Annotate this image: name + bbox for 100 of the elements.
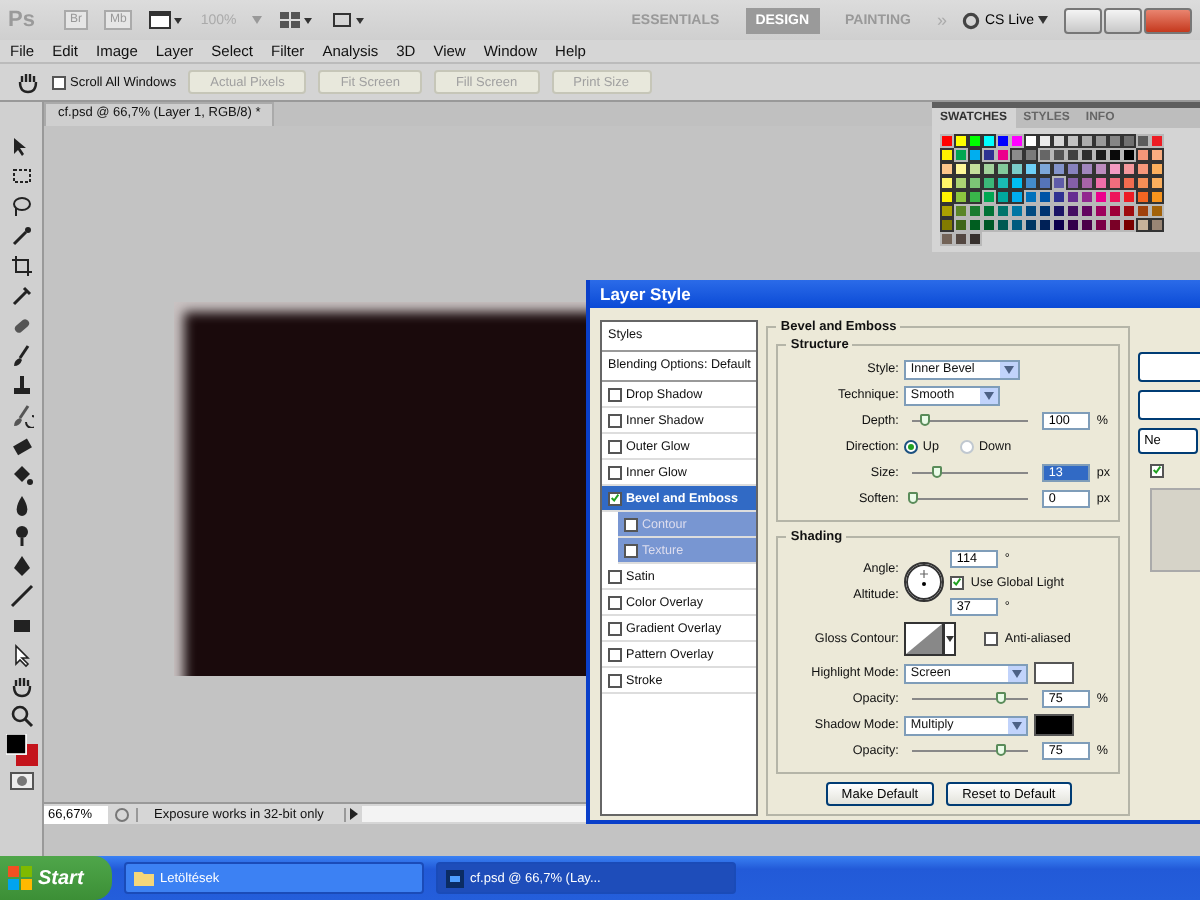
color-swatch[interactable]: [1150, 162, 1164, 176]
color-swatch[interactable]: [954, 162, 968, 176]
color-swatch[interactable]: [940, 204, 954, 218]
hand-tool-icon[interactable]: [9, 674, 33, 698]
color-swatch[interactable]: [1108, 190, 1122, 204]
color-swatch[interactable]: [1094, 204, 1108, 218]
color-swatch[interactable]: [996, 204, 1010, 218]
arrange-documents-icon[interactable]: [278, 10, 315, 30]
color-swatch[interactable]: [1038, 134, 1052, 148]
color-swatch[interactable]: [1136, 162, 1150, 176]
color-swatch[interactable]: [1052, 162, 1066, 176]
crop-tool-icon[interactable]: [9, 254, 33, 278]
checkbox[interactable]: [608, 621, 622, 635]
color-swatch[interactable]: [1136, 218, 1150, 232]
color-swatch[interactable]: [1066, 148, 1080, 162]
color-swatch[interactable]: [1136, 204, 1150, 218]
view-extras-icon[interactable]: [148, 10, 185, 30]
color-swatch[interactable]: [940, 218, 954, 232]
color-swatch[interactable]: [954, 190, 968, 204]
color-swatch[interactable]: [1094, 218, 1108, 232]
color-swatch[interactable]: [996, 218, 1010, 232]
color-swatch[interactable]: [1094, 176, 1108, 190]
color-swatch[interactable]: [968, 162, 982, 176]
checkbox[interactable]: [608, 491, 622, 505]
color-swatch[interactable]: [954, 176, 968, 190]
color-swatch[interactable]: [1066, 204, 1080, 218]
color-swatch[interactable]: [1052, 176, 1066, 190]
pen-tool-icon[interactable]: [9, 554, 33, 578]
shape-tool-icon[interactable]: [9, 614, 33, 638]
color-swatch[interactable]: [1066, 134, 1080, 148]
color-swatch[interactable]: [1010, 218, 1024, 232]
color-swatch[interactable]: [1094, 134, 1108, 148]
slider-thumb[interactable]: [920, 414, 931, 426]
color-swatch[interactable]: [968, 204, 982, 218]
stamp-tool-icon[interactable]: [9, 374, 33, 398]
caret-icon[interactable]: [1012, 669, 1023, 677]
checkbox[interactable]: [624, 517, 638, 531]
color-swatch[interactable]: [940, 162, 954, 176]
color-swatch[interactable]: [1066, 190, 1080, 204]
color-swatch[interactable]: [968, 232, 982, 246]
color-swatch[interactable]: [1038, 148, 1052, 162]
checkbox[interactable]: [608, 439, 622, 453]
color-swatch[interactable]: [1038, 162, 1052, 176]
color-swatch[interactable]: [1150, 134, 1164, 148]
color-swatch[interactable]: [1010, 176, 1024, 190]
color-swatch[interactable]: [1080, 204, 1094, 218]
caret-icon[interactable]: [984, 391, 995, 399]
color-swatch[interactable]: [1150, 176, 1164, 190]
dropper-tool-icon[interactable]: [9, 284, 33, 308]
background-color-swatch[interactable]: [15, 744, 37, 766]
color-swatch[interactable]: [982, 134, 996, 148]
slider-thumb[interactable]: [908, 492, 919, 504]
color-swatch[interactable]: [954, 218, 968, 232]
color-swatch[interactable]: [1038, 218, 1052, 232]
color-swatch[interactable]: [1010, 162, 1024, 176]
checkbox[interactable]: [950, 575, 965, 589]
color-swatch[interactable]: [940, 134, 954, 148]
color-swatch[interactable]: [1080, 176, 1094, 190]
color-swatch[interactable]: [968, 218, 982, 232]
color-swatch[interactable]: [1010, 134, 1024, 148]
line-tool-icon[interactable]: [9, 584, 33, 608]
color-swatch[interactable]: [982, 190, 996, 204]
caret-icon[interactable]: [1004, 365, 1015, 373]
color-swatch[interactable]: [982, 204, 996, 218]
color-swatch[interactable]: [1122, 190, 1136, 204]
brush-tool-icon[interactable]: [9, 344, 33, 368]
checkbox[interactable]: [608, 673, 622, 687]
color-swatch[interactable]: [954, 204, 968, 218]
close-button[interactable]: [1144, 7, 1192, 33]
color-swatch[interactable]: [1094, 148, 1108, 162]
color-swatch[interactable]: [1108, 148, 1122, 162]
checkbox[interactable]: [608, 387, 622, 401]
color-swatch[interactable]: [1108, 176, 1122, 190]
screen-mode-icon[interactable]: [330, 10, 367, 30]
color-swatch[interactable]: [1052, 134, 1066, 148]
checkbox[interactable]: [608, 413, 622, 427]
color-swatch[interactable]: [1136, 176, 1150, 190]
color-swatch[interactable]: [1024, 148, 1038, 162]
color-swatch[interactable]: [954, 134, 968, 148]
foreground-color-swatch[interactable]: [5, 734, 26, 755]
color-swatch[interactable]: [1038, 190, 1052, 204]
hand-tool-icon[interactable]: [16, 70, 40, 94]
color-swatch[interactable]: [996, 176, 1010, 190]
color-swatch[interactable]: [1080, 218, 1094, 232]
checkbox[interactable]: [52, 75, 66, 89]
color-swatch[interactable]: [1150, 148, 1164, 162]
checkbox[interactable]: [984, 631, 999, 645]
color-swatch[interactable]: [1024, 190, 1038, 204]
color-swatch[interactable]: [1094, 190, 1108, 204]
color-swatch[interactable]: [954, 232, 968, 246]
wand-tool-icon[interactable]: [9, 224, 33, 248]
radio-button[interactable]: [904, 440, 919, 454]
color-swatch[interactable]: [1150, 218, 1164, 232]
quick-mask-icon[interactable]: [9, 772, 33, 790]
color-swatch[interactable]: [1108, 162, 1122, 176]
gloss-contour-picker[interactable]: [904, 621, 957, 655]
color-swatch[interactable]: [1010, 190, 1024, 204]
color-swatch[interactable]: [1066, 218, 1080, 232]
color-swatch[interactable]: [1010, 148, 1024, 162]
color-swatch[interactable]: [1080, 134, 1094, 148]
